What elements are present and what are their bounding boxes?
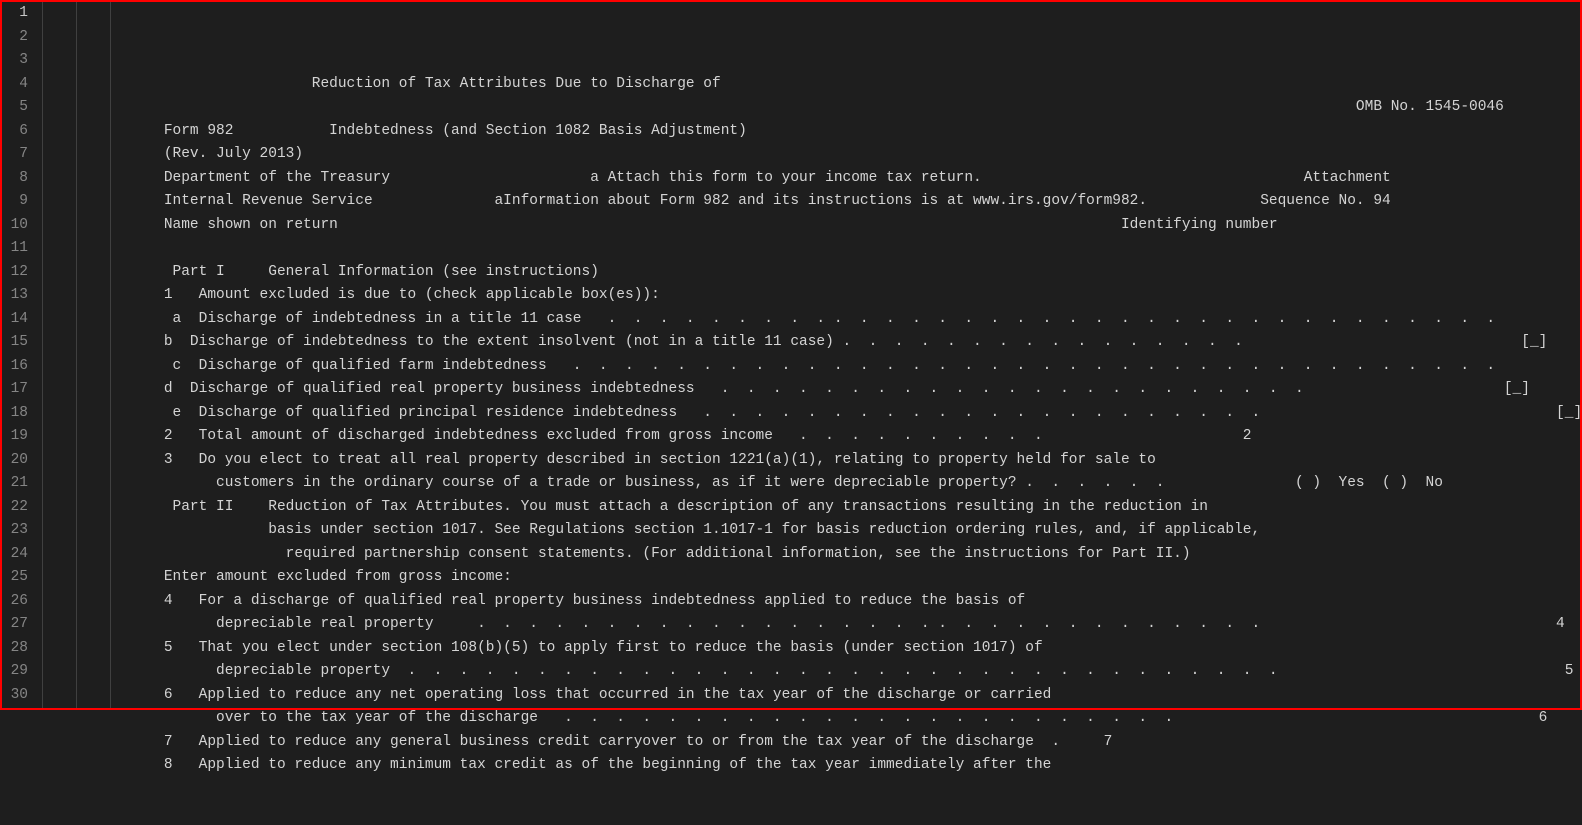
code-editor[interactable]: 1234567891011121314151617181920212223242… bbox=[2, 2, 1580, 708]
line-number: 18 bbox=[2, 402, 28, 426]
code-line: depreciable real property . . . . . . . … bbox=[42, 613, 1582, 637]
code-line: 8 Applied to reduce any minimum tax cred… bbox=[42, 754, 1582, 778]
code-line: a Discharge of indebtedness in a title 1… bbox=[42, 308, 1582, 332]
line-number: 9 bbox=[2, 190, 28, 214]
code-lines: Reduction of Tax Attributes Due to Disch… bbox=[42, 73, 1582, 778]
line-number: 30 bbox=[2, 684, 28, 708]
code-line: e Discharge of qualified principal resid… bbox=[42, 402, 1582, 426]
line-number: 26 bbox=[2, 590, 28, 614]
code-line: 3 Do you elect to treat all real propert… bbox=[42, 449, 1582, 473]
code-line: basis under section 1017. See Regulation… bbox=[42, 519, 1582, 543]
line-number: 3 bbox=[2, 49, 28, 73]
line-number: 27 bbox=[2, 613, 28, 637]
code-line: 2 Total amount of discharged indebtednes… bbox=[42, 425, 1582, 449]
line-number: 2 bbox=[2, 26, 28, 50]
line-number: 21 bbox=[2, 472, 28, 496]
line-number: 10 bbox=[2, 214, 28, 238]
code-line: Form 982 Indebtedness (and Section 1082 … bbox=[42, 120, 1582, 144]
line-number: 22 bbox=[2, 496, 28, 520]
code-line: 4 For a discharge of qualified real prop… bbox=[42, 590, 1582, 614]
line-number: 17 bbox=[2, 378, 28, 402]
line-number: 12 bbox=[2, 261, 28, 285]
line-number: 24 bbox=[2, 543, 28, 567]
code-line: Reduction of Tax Attributes Due to Disch… bbox=[42, 73, 1582, 97]
code-line: 1 Amount excluded is due to (check appli… bbox=[42, 284, 1582, 308]
line-number: 7 bbox=[2, 143, 28, 167]
code-line: Part I General Information (see instruct… bbox=[42, 261, 1582, 285]
line-number: 8 bbox=[2, 167, 28, 191]
line-number-gutter: 1234567891011121314151617181920212223242… bbox=[2, 2, 42, 708]
code-line: required partnership consent statements.… bbox=[42, 543, 1582, 567]
code-line: 6 Applied to reduce any net operating lo… bbox=[42, 684, 1582, 708]
code-line: 7 Applied to reduce any general business… bbox=[42, 731, 1582, 755]
code-line: Department of the Treasury a Attach this… bbox=[42, 167, 1582, 191]
code-line: (Rev. July 2013) bbox=[42, 143, 1582, 167]
code-area[interactable]: Reduction of Tax Attributes Due to Disch… bbox=[42, 2, 1582, 708]
line-number: 6 bbox=[2, 120, 28, 144]
line-number: 11 bbox=[2, 237, 28, 261]
code-line: Part II Reduction of Tax Attributes. You… bbox=[42, 496, 1582, 520]
line-number: 25 bbox=[2, 566, 28, 590]
line-number: 14 bbox=[2, 308, 28, 332]
line-number: 20 bbox=[2, 449, 28, 473]
code-line: depreciable property . . . . . . . . . .… bbox=[42, 660, 1582, 684]
code-line: Internal Revenue Service aInformation ab… bbox=[42, 190, 1582, 214]
line-number: 16 bbox=[2, 355, 28, 379]
code-line: b Discharge of indebtedness to the exten… bbox=[42, 331, 1582, 355]
code-line: Name shown on return Identifying number bbox=[42, 214, 1582, 238]
code-line: 5 That you elect under section 108(b)(5)… bbox=[42, 637, 1582, 661]
code-line: customers in the ordinary course of a tr… bbox=[42, 472, 1582, 496]
code-line: c Discharge of qualified farm indebtedne… bbox=[42, 355, 1582, 379]
code-line: over to the tax year of the discharge . … bbox=[42, 707, 1582, 731]
line-number: 28 bbox=[2, 637, 28, 661]
code-line: Enter amount excluded from gross income: bbox=[42, 566, 1582, 590]
code-line: OMB No. 1545-0046 bbox=[42, 96, 1582, 120]
code-line bbox=[42, 237, 1582, 261]
line-number: 15 bbox=[2, 331, 28, 355]
line-number: 1 bbox=[2, 2, 28, 26]
line-number: 4 bbox=[2, 73, 28, 97]
line-number: 29 bbox=[2, 660, 28, 684]
line-number: 19 bbox=[2, 425, 28, 449]
line-number: 13 bbox=[2, 284, 28, 308]
code-line: d Discharge of qualified real property b… bbox=[42, 378, 1582, 402]
line-number: 23 bbox=[2, 519, 28, 543]
line-number: 5 bbox=[2, 96, 28, 120]
